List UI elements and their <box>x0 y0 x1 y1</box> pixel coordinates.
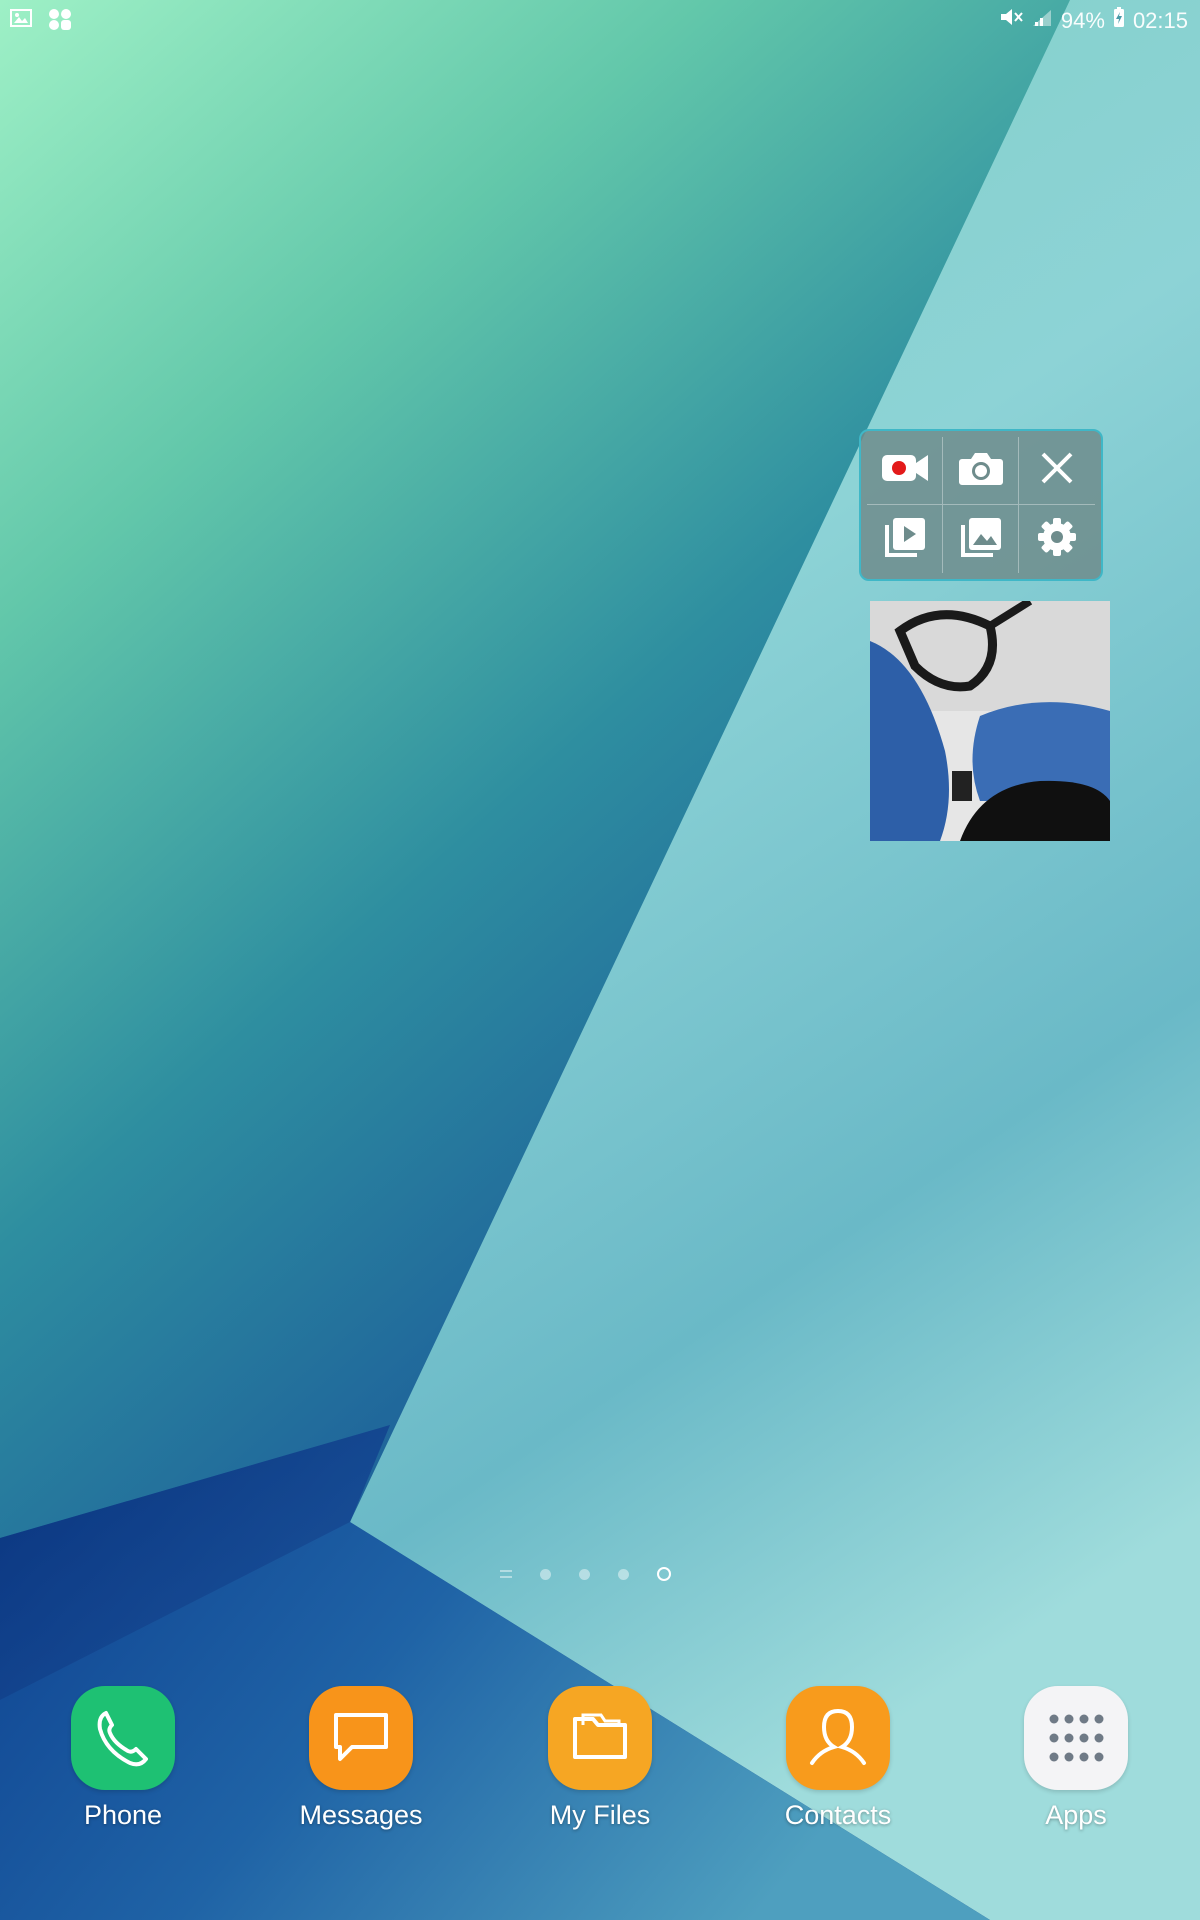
video-library-button[interactable] <box>867 505 943 573</box>
contacts-icon <box>786 1686 890 1790</box>
app-dock: Phone Messages My Files Contacts Apps <box>0 1686 1200 1846</box>
home-wallpaper <box>0 0 1200 1920</box>
photo-gallery-button[interactable] <box>943 505 1019 573</box>
dock-app-contacts[interactable]: Contacts <box>748 1686 928 1846</box>
record-video-button[interactable] <box>867 437 943 505</box>
dock-label: Contacts <box>784 1800 892 1830</box>
battery-charging-icon <box>1113 6 1125 35</box>
page-dot-3[interactable] <box>618 1568 629 1580</box>
recorder-control-panel <box>859 429 1103 581</box>
page-dot-2[interactable] <box>579 1568 590 1580</box>
dock-app-phone[interactable]: Phone <box>33 1686 213 1846</box>
camera-icon <box>958 449 1004 492</box>
clock: 02:15 <box>1132 7 1188 33</box>
gallery-notification-icon <box>10 8 32 35</box>
close-panel-button[interactable] <box>1019 437 1095 505</box>
mute-icon <box>999 6 1023 35</box>
dock-app-my-files[interactable]: My Files <box>510 1686 690 1846</box>
dock-label: Apps <box>1045 1800 1107 1830</box>
page-indicator <box>500 1562 700 1586</box>
dock-label: My Files <box>549 1800 651 1830</box>
settings-icon <box>1036 516 1078 563</box>
status-bar: 94% 02:15 <box>0 0 1200 40</box>
messages-icon <box>309 1686 413 1790</box>
phone-icon <box>71 1686 175 1790</box>
camera-preview[interactable] <box>870 601 1110 841</box>
camera-feed-image <box>870 601 1110 841</box>
take-screenshot-button[interactable] <box>943 437 1019 505</box>
briefing-page-indicator[interactable] <box>500 1570 512 1578</box>
dock-app-messages[interactable]: Messages <box>271 1686 451 1846</box>
settings-button[interactable] <box>1019 505 1095 573</box>
page-dot-active[interactable] <box>657 1567 671 1581</box>
signal-icon <box>1031 7 1053 35</box>
app-notification-icon <box>48 8 72 35</box>
apps-grid-icon <box>1024 1686 1128 1790</box>
photo-gallery-icon <box>959 515 1003 564</box>
dock-label: Messages <box>299 1800 423 1830</box>
page-dot-1[interactable] <box>540 1568 551 1580</box>
folder-icon <box>548 1686 652 1790</box>
dock-label: Phone <box>83 1800 163 1830</box>
dock-app-apps[interactable]: Apps <box>986 1686 1166 1846</box>
record-video-icon <box>880 451 930 490</box>
close-icon <box>1040 451 1074 490</box>
battery-percent: 94% <box>1060 7 1105 33</box>
video-library-icon <box>883 515 927 564</box>
